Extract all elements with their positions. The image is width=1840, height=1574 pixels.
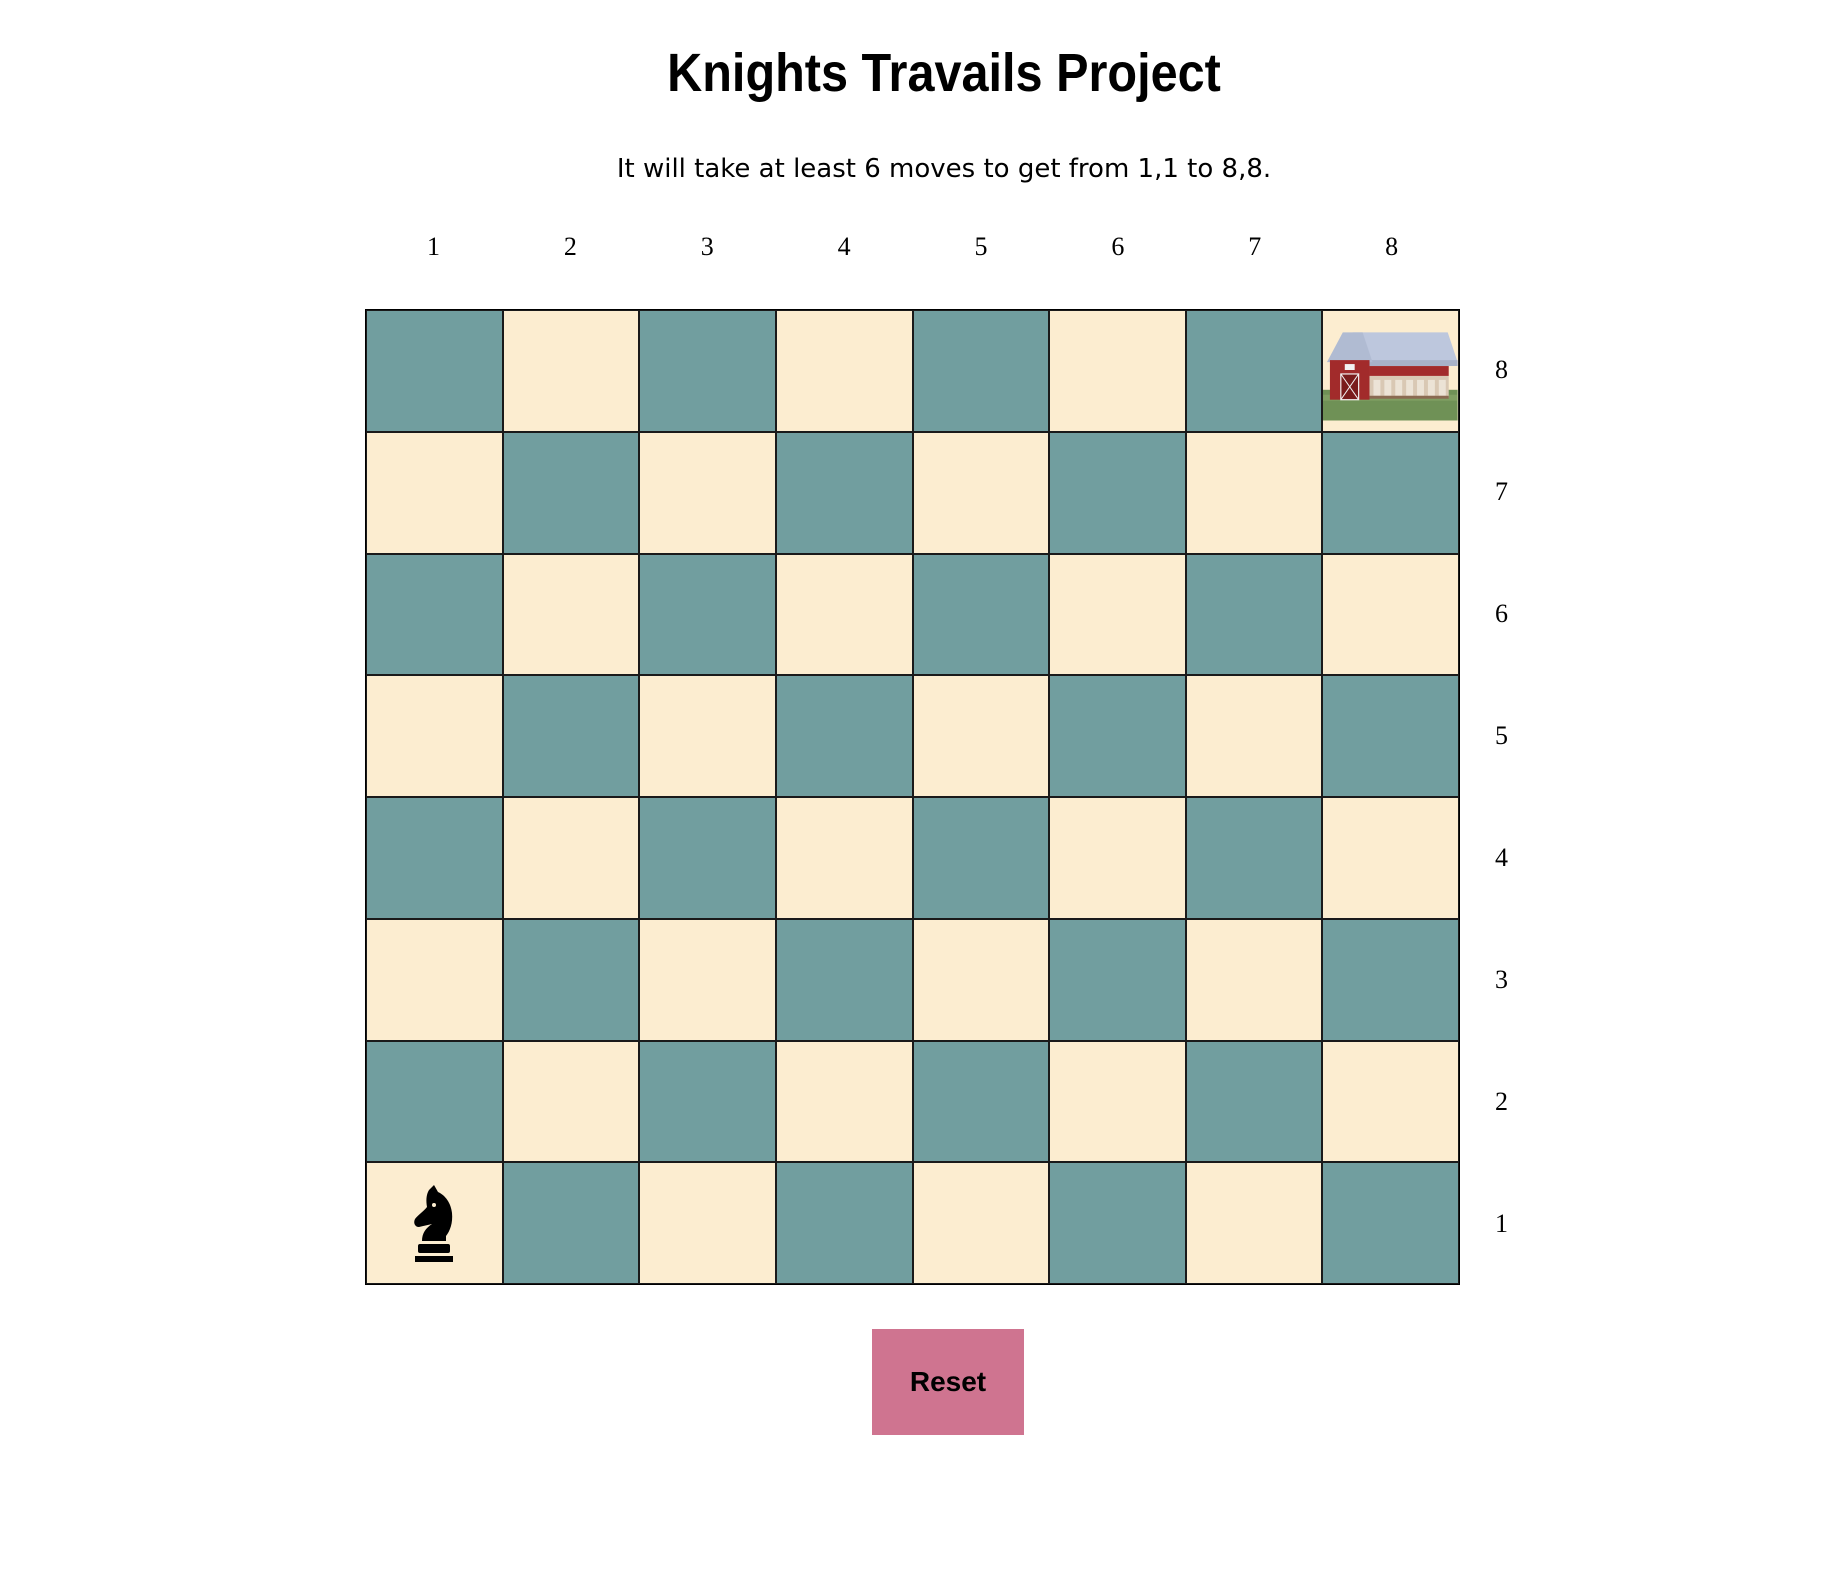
board-square[interactable] [775, 1040, 913, 1163]
row-label: 2 [1495, 1087, 1508, 1116]
board-square[interactable] [1185, 553, 1323, 676]
board-square[interactable] [1049, 797, 1186, 919]
board-square[interactable] [366, 675, 503, 797]
board-square[interactable] [366, 1040, 503, 1163]
board-square[interactable] [366, 918, 503, 1041]
board-square[interactable] [1185, 918, 1323, 1041]
column-label: 7 [1248, 232, 1262, 261]
board-square[interactable] [1322, 918, 1459, 1041]
board-square[interactable] [639, 553, 776, 676]
board-square[interactable] [639, 675, 776, 797]
board-square[interactable] [1049, 675, 1186, 797]
column-label: 4 [837, 232, 851, 261]
board-square[interactable] [1185, 675, 1323, 797]
board-square[interactable] [366, 431, 503, 554]
board-square[interactable] [912, 553, 1050, 676]
board-square[interactable] [1049, 310, 1186, 432]
column-label: 3 [700, 232, 714, 261]
column-label: 6 [1111, 232, 1125, 261]
board-square[interactable] [1185, 431, 1323, 554]
board-square[interactable] [1049, 1162, 1186, 1284]
knight-icon[interactable] [367, 1163, 502, 1283]
board-square[interactable] [366, 1162, 503, 1284]
board-square[interactable] [912, 431, 1050, 554]
board-square[interactable] [639, 1040, 776, 1163]
board-square[interactable] [366, 310, 503, 432]
board-square[interactable] [775, 431, 913, 554]
board-square[interactable] [775, 310, 913, 432]
board-square[interactable] [639, 431, 776, 554]
board-square[interactable] [1185, 310, 1323, 432]
board-square[interactable] [1322, 1040, 1459, 1163]
board-square[interactable] [912, 675, 1050, 797]
board-square[interactable] [1322, 675, 1459, 797]
board-square[interactable] [775, 1162, 913, 1284]
board-square[interactable] [639, 797, 776, 919]
board-square[interactable] [912, 1040, 1050, 1163]
row-label: 3 [1495, 965, 1508, 994]
board-square[interactable] [502, 310, 640, 432]
board-square[interactable] [1322, 310, 1459, 432]
column-label: 8 [1385, 232, 1399, 261]
row-labels: 8 7 6 5 4 3 2 1 [1495, 309, 1545, 1285]
board-square[interactable] [502, 553, 640, 676]
row-label: 4 [1495, 843, 1508, 872]
page-title: Knights Travails Project [667, 43, 1221, 103]
row-label: 5 [1495, 721, 1508, 750]
board-square[interactable] [775, 553, 913, 676]
board-square[interactable] [1322, 553, 1459, 676]
column-label: 5 [974, 232, 988, 261]
board-square[interactable] [912, 918, 1050, 1041]
row-label: 8 [1495, 355, 1508, 384]
row-label: 1 [1495, 1209, 1508, 1238]
reset-button[interactable]: Reset [872, 1329, 1024, 1435]
board-square[interactable] [1322, 431, 1459, 554]
board-square[interactable] [1322, 797, 1459, 919]
board-square[interactable] [502, 797, 640, 919]
moves-message: It will take at least 6 moves to get fro… [616, 154, 1272, 184]
board-square[interactable] [775, 797, 913, 919]
board-square[interactable] [366, 553, 503, 676]
board-square[interactable] [1185, 797, 1323, 919]
board-square[interactable] [1049, 553, 1186, 676]
board-square[interactable] [1185, 1162, 1323, 1284]
board-square[interactable] [502, 1040, 640, 1163]
row-label: 7 [1495, 477, 1508, 506]
board-square[interactable] [639, 1162, 776, 1284]
barn-icon [1323, 311, 1458, 431]
board-square[interactable] [502, 918, 640, 1041]
board-square[interactable] [1322, 1162, 1459, 1284]
board-square[interactable] [1049, 918, 1186, 1041]
board-square[interactable] [1049, 431, 1186, 554]
board-square[interactable] [1185, 1040, 1323, 1163]
board-square[interactable] [366, 797, 503, 919]
board-square[interactable] [639, 310, 776, 432]
board-square[interactable] [1049, 1040, 1186, 1163]
board-square[interactable] [502, 1162, 640, 1284]
board-square[interactable] [775, 918, 913, 1041]
column-label: 2 [563, 232, 577, 261]
chessboard [365, 309, 1460, 1285]
board-square[interactable] [639, 918, 776, 1041]
board-square[interactable] [502, 675, 640, 797]
board-square[interactable] [912, 310, 1050, 432]
board-square[interactable] [502, 431, 640, 554]
column-labels: 1 2 3 4 5 6 7 8 [365, 232, 1460, 262]
board-square[interactable] [912, 797, 1050, 919]
board-square[interactable] [775, 675, 913, 797]
row-label: 6 [1495, 599, 1508, 628]
board-square[interactable] [912, 1162, 1050, 1284]
column-label: 1 [426, 232, 440, 261]
